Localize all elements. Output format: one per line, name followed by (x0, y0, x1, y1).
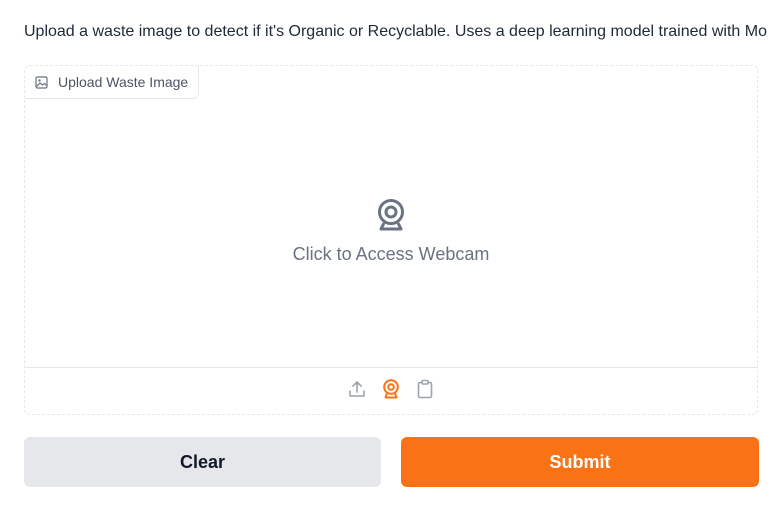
image-input-label: Upload Waste Image (25, 66, 200, 99)
clipboard-icon (416, 379, 434, 404)
webcam-prompt: Click to Access Webcam (292, 243, 490, 264)
clipboard-source-button[interactable] (414, 379, 436, 404)
image-icon (35, 75, 48, 89)
upload-source-button[interactable] (346, 381, 368, 403)
webcam-icon (376, 198, 406, 236)
webcam-source-button[interactable] (380, 379, 402, 404)
upload-icon (347, 379, 367, 404)
submit-button[interactable]: Submit (401, 437, 759, 487)
webcam-access-area[interactable]: Click to Access Webcam (25, 66, 757, 367)
image-input-label-text: Upload Waste Image (58, 74, 189, 90)
clear-button[interactable]: Clear (24, 437, 381, 487)
webcam-icon (382, 379, 400, 404)
source-selector (25, 367, 757, 415)
app-description: Upload a waste image to detect if it's O… (24, 23, 767, 40)
image-input-block: Click to Access Webcam Upload Waste Imag… (24, 65, 758, 415)
